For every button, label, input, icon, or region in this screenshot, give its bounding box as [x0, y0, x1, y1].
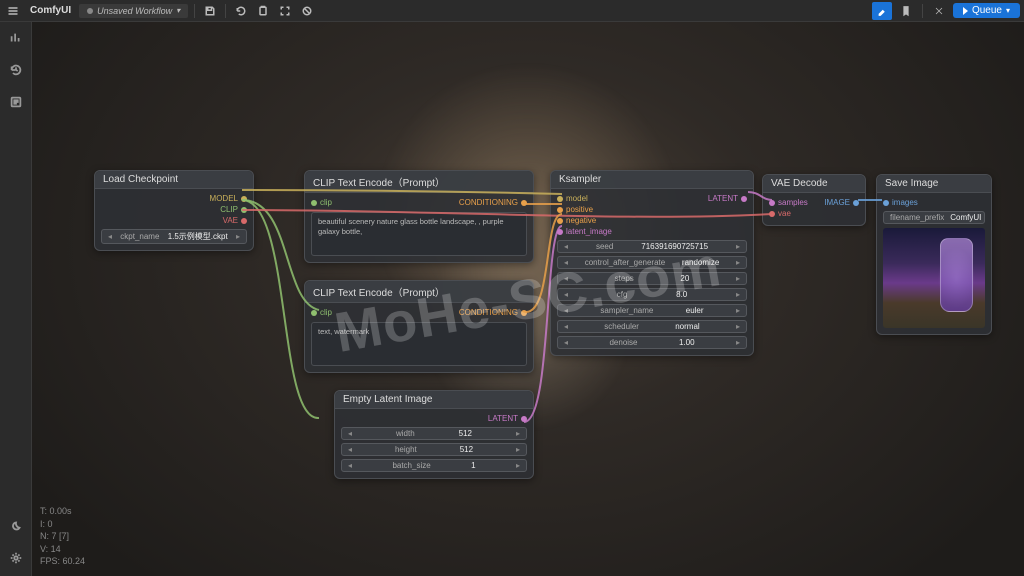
- theme-icon[interactable]: [4, 514, 28, 538]
- widget-filename-prefix[interactable]: filename_prefix ComfyUI: [883, 211, 985, 224]
- node-title: CLIP Text Encode（Prompt）: [305, 281, 533, 303]
- top-toolbar: ComfyUI Unsaved Workflow ▾ Queue ▾: [0, 0, 1024, 22]
- status-fps: FPS: 60.24: [40, 555, 85, 568]
- widget-scheduler[interactable]: ◂schedulernormal▸: [557, 320, 747, 333]
- port-model-out[interactable]: [241, 196, 247, 202]
- node-clip-text-encode-negative[interactable]: CLIP Text Encode（Prompt） clip CONDITIONI…: [304, 280, 534, 373]
- port-latent-out[interactable]: [741, 196, 747, 202]
- close-icon[interactable]: [929, 2, 949, 20]
- menu-icon[interactable]: [4, 2, 22, 20]
- port-image-out[interactable]: [853, 200, 859, 206]
- chevron-right-icon[interactable]: ▸: [236, 232, 240, 241]
- list-icon[interactable]: [4, 90, 28, 114]
- toolbar-right: Queue ▾: [872, 2, 1020, 20]
- widget-batch-size[interactable]: ◂batch_size1▸: [341, 459, 527, 472]
- port-positive-in[interactable]: [557, 207, 563, 213]
- save-icon[interactable]: [201, 2, 219, 20]
- widget-width[interactable]: ◂width512▸: [341, 427, 527, 440]
- workflow-tab[interactable]: Unsaved Workflow ▾: [79, 4, 188, 18]
- cancel-icon[interactable]: [298, 2, 316, 20]
- port-latent-out[interactable]: [521, 416, 527, 422]
- port-samples-in[interactable]: [769, 200, 775, 206]
- node-load-checkpoint[interactable]: Load Checkpoint MODEL CLIP VAE ◂ ckpt_na…: [94, 170, 254, 251]
- node-title: VAE Decode: [763, 175, 865, 193]
- graph-canvas[interactable]: Load Checkpoint MODEL CLIP VAE ◂ ckpt_na…: [32, 22, 1024, 576]
- widget-ckpt-name[interactable]: ◂ ckpt_name 1.5示例模型.ckpt ▸: [101, 229, 247, 244]
- widget-seed[interactable]: ◂seed716391690725715▸: [557, 240, 747, 253]
- widget-steps[interactable]: ◂steps20▸: [557, 272, 747, 285]
- port-vae-out[interactable]: [241, 218, 247, 224]
- bookmark-icon[interactable]: [896, 2, 916, 20]
- status-overlay: T: 0.00s I: 0 N: 7 [7] V: 14 FPS: 60.24: [40, 505, 85, 568]
- prompt-text-input[interactable]: beautiful scenery nature glass bottle la…: [311, 212, 527, 256]
- separator: [194, 4, 195, 18]
- chevron-left-icon[interactable]: ◂: [108, 232, 112, 241]
- queue-label: Queue: [972, 5, 1002, 16]
- node-save-image[interactable]: Save Image images filename_prefix ComfyU…: [876, 174, 992, 335]
- port-conditioning-out[interactable]: [521, 310, 527, 316]
- node-vae-decode[interactable]: VAE Decode samples IMAGE vae: [762, 174, 866, 226]
- status-version: V: 14: [40, 543, 85, 556]
- clipboard-icon[interactable]: [254, 2, 272, 20]
- separator: [922, 4, 923, 18]
- port-latent-in[interactable]: [557, 229, 563, 235]
- node-title: CLIP Text Encode（Prompt）: [305, 171, 533, 193]
- separator: [225, 4, 226, 18]
- node-title: Empty Latent Image: [335, 391, 533, 409]
- node-empty-latent-image[interactable]: Empty Latent Image LATENT ◂width512▸ ◂he…: [334, 390, 534, 479]
- settings-icon[interactable]: [4, 546, 28, 570]
- node-clip-text-encode-positive[interactable]: CLIP Text Encode（Prompt） clip CONDITIONI…: [304, 170, 534, 263]
- widget-cfg[interactable]: ◂cfg8.0▸: [557, 288, 747, 301]
- left-sidebar: [0, 22, 32, 576]
- status-nodes: N: 7 [7]: [40, 530, 85, 543]
- paint-icon[interactable]: [872, 2, 892, 20]
- node-title: Load Checkpoint: [95, 171, 253, 189]
- widget-height[interactable]: ◂height512▸: [341, 443, 527, 456]
- port-model-in[interactable]: [557, 196, 563, 202]
- chart-icon[interactable]: [4, 26, 28, 50]
- chevron-down-icon[interactable]: ▾: [1006, 6, 1010, 15]
- brand-label: ComfyUI: [26, 5, 75, 16]
- node-ksampler[interactable]: Ksampler model LATENT positive negative …: [550, 170, 754, 356]
- widget-denoise[interactable]: ◂denoise1.00▸: [557, 336, 747, 349]
- widget-sampler-name[interactable]: ◂sampler_nameeuler▸: [557, 304, 747, 317]
- port-vae-in[interactable]: [769, 211, 775, 217]
- port-conditioning-out[interactable]: [521, 200, 527, 206]
- expand-icon[interactable]: [276, 2, 294, 20]
- play-icon: [963, 7, 968, 15]
- port-images-in[interactable]: [883, 200, 889, 206]
- node-title: Ksampler: [551, 171, 753, 189]
- output-thumbnail[interactable]: [883, 228, 985, 328]
- port-clip-out[interactable]: [241, 207, 247, 213]
- port-negative-in[interactable]: [557, 218, 563, 224]
- widget-control-after-generate[interactable]: ◂control_after_generaterandomize▸: [557, 256, 747, 269]
- queue-button[interactable]: Queue ▾: [953, 3, 1020, 18]
- tab-label: Unsaved Workflow: [97, 6, 172, 16]
- prompt-text-input[interactable]: text, watermark: [311, 322, 527, 366]
- tab-unsaved-indicator: [87, 8, 93, 14]
- node-title: Save Image: [877, 175, 991, 193]
- port-clip-in[interactable]: [311, 310, 317, 316]
- port-clip-in[interactable]: [311, 200, 317, 206]
- refresh-icon[interactable]: [232, 2, 250, 20]
- history-icon[interactable]: [4, 58, 28, 82]
- status-iterations: I: 0: [40, 518, 85, 531]
- toolbar-left: ComfyUI Unsaved Workflow ▾: [4, 2, 316, 20]
- chevron-down-icon[interactable]: ▾: [176, 6, 180, 15]
- status-time: T: 0.00s: [40, 505, 85, 518]
